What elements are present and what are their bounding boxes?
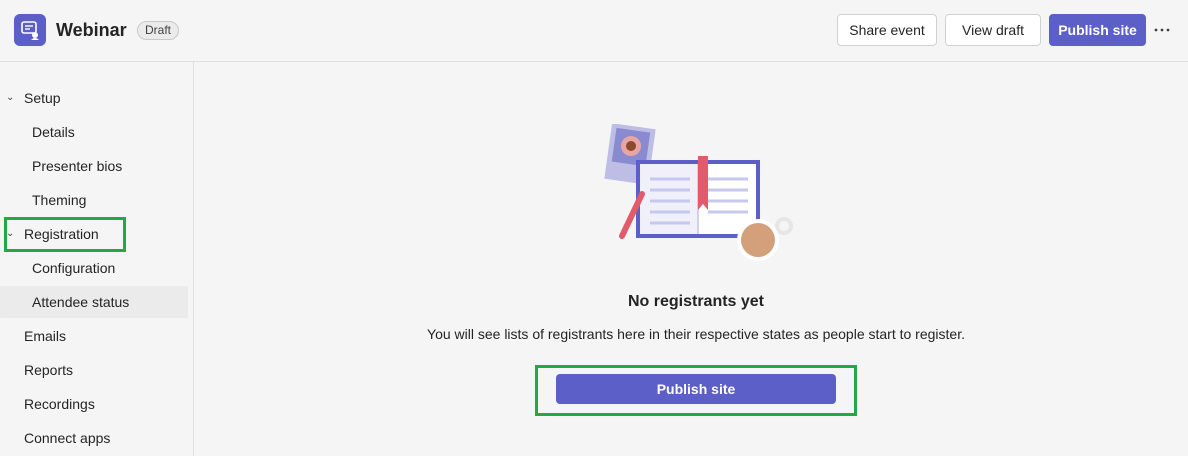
sidebar-item-setup[interactable]: ⌄ Setup	[0, 82, 190, 114]
sidebar-item-label: Attendee status	[32, 294, 130, 310]
sidebar-item-label: Presenter bios	[32, 158, 123, 174]
sidebar-item-emails[interactable]: Emails	[0, 320, 190, 352]
main-content: No registrants yet You will see lists of…	[195, 62, 1188, 456]
sidebar-item-reports[interactable]: Reports	[0, 354, 190, 386]
sidebar-item-attendee-status[interactable]: Attendee status	[0, 286, 188, 318]
sidebar-item-configuration[interactable]: Configuration	[0, 252, 190, 284]
page-title: Webinar	[56, 20, 127, 40]
sidebar-item-recordings[interactable]: Recordings	[0, 388, 190, 420]
chevron-down-icon: ⌄	[6, 228, 15, 239]
share-event-button[interactable]: Share event	[837, 14, 937, 46]
sidebar-item-presenter-bios[interactable]: Presenter bios	[0, 150, 190, 182]
chevron-down-icon: ⌄	[6, 92, 15, 103]
sidebar-item-label: Registration	[24, 226, 99, 242]
sidebar-item-registration[interactable]: ⌄ Registration	[0, 218, 190, 250]
sidebar: ⌄ Setup Details Presenter bios Theming ⌄…	[0, 62, 194, 456]
status-badge: Draft	[137, 21, 180, 40]
sidebar-item-label: Details	[32, 124, 75, 140]
more-horizontal-icon[interactable]	[1150, 18, 1174, 42]
sidebar-item-connect-apps[interactable]: Connect apps	[0, 422, 190, 454]
sidebar-item-theming[interactable]: Theming	[0, 184, 190, 216]
publish-site-button[interactable]: Publish site	[556, 374, 836, 404]
sidebar-item-label: Setup	[24, 90, 61, 106]
view-draft-button[interactable]: View draft	[945, 14, 1041, 46]
publish-site-header-button[interactable]: Publish site	[1049, 14, 1146, 46]
empty-state-title: No registrants yet	[627, 293, 765, 310]
webinar-app-icon	[14, 14, 46, 46]
sidebar-item-label: Configuration	[32, 260, 116, 276]
sidebar-item-details[interactable]: Details	[0, 116, 190, 148]
sidebar-item-label: Reports	[24, 362, 74, 378]
sidebar-item-label: Emails	[24, 328, 67, 344]
empty-state-description: You will see lists of registrants here i…	[427, 326, 965, 342]
app-header: Webinar Draft Share event View draft Pub…	[0, 0, 1188, 62]
sidebar-item-label: Connect apps	[24, 430, 111, 446]
empty-state-illustration	[604, 124, 793, 261]
sidebar-item-label: Theming	[32, 192, 87, 208]
sidebar-item-label: Recordings	[24, 396, 95, 412]
